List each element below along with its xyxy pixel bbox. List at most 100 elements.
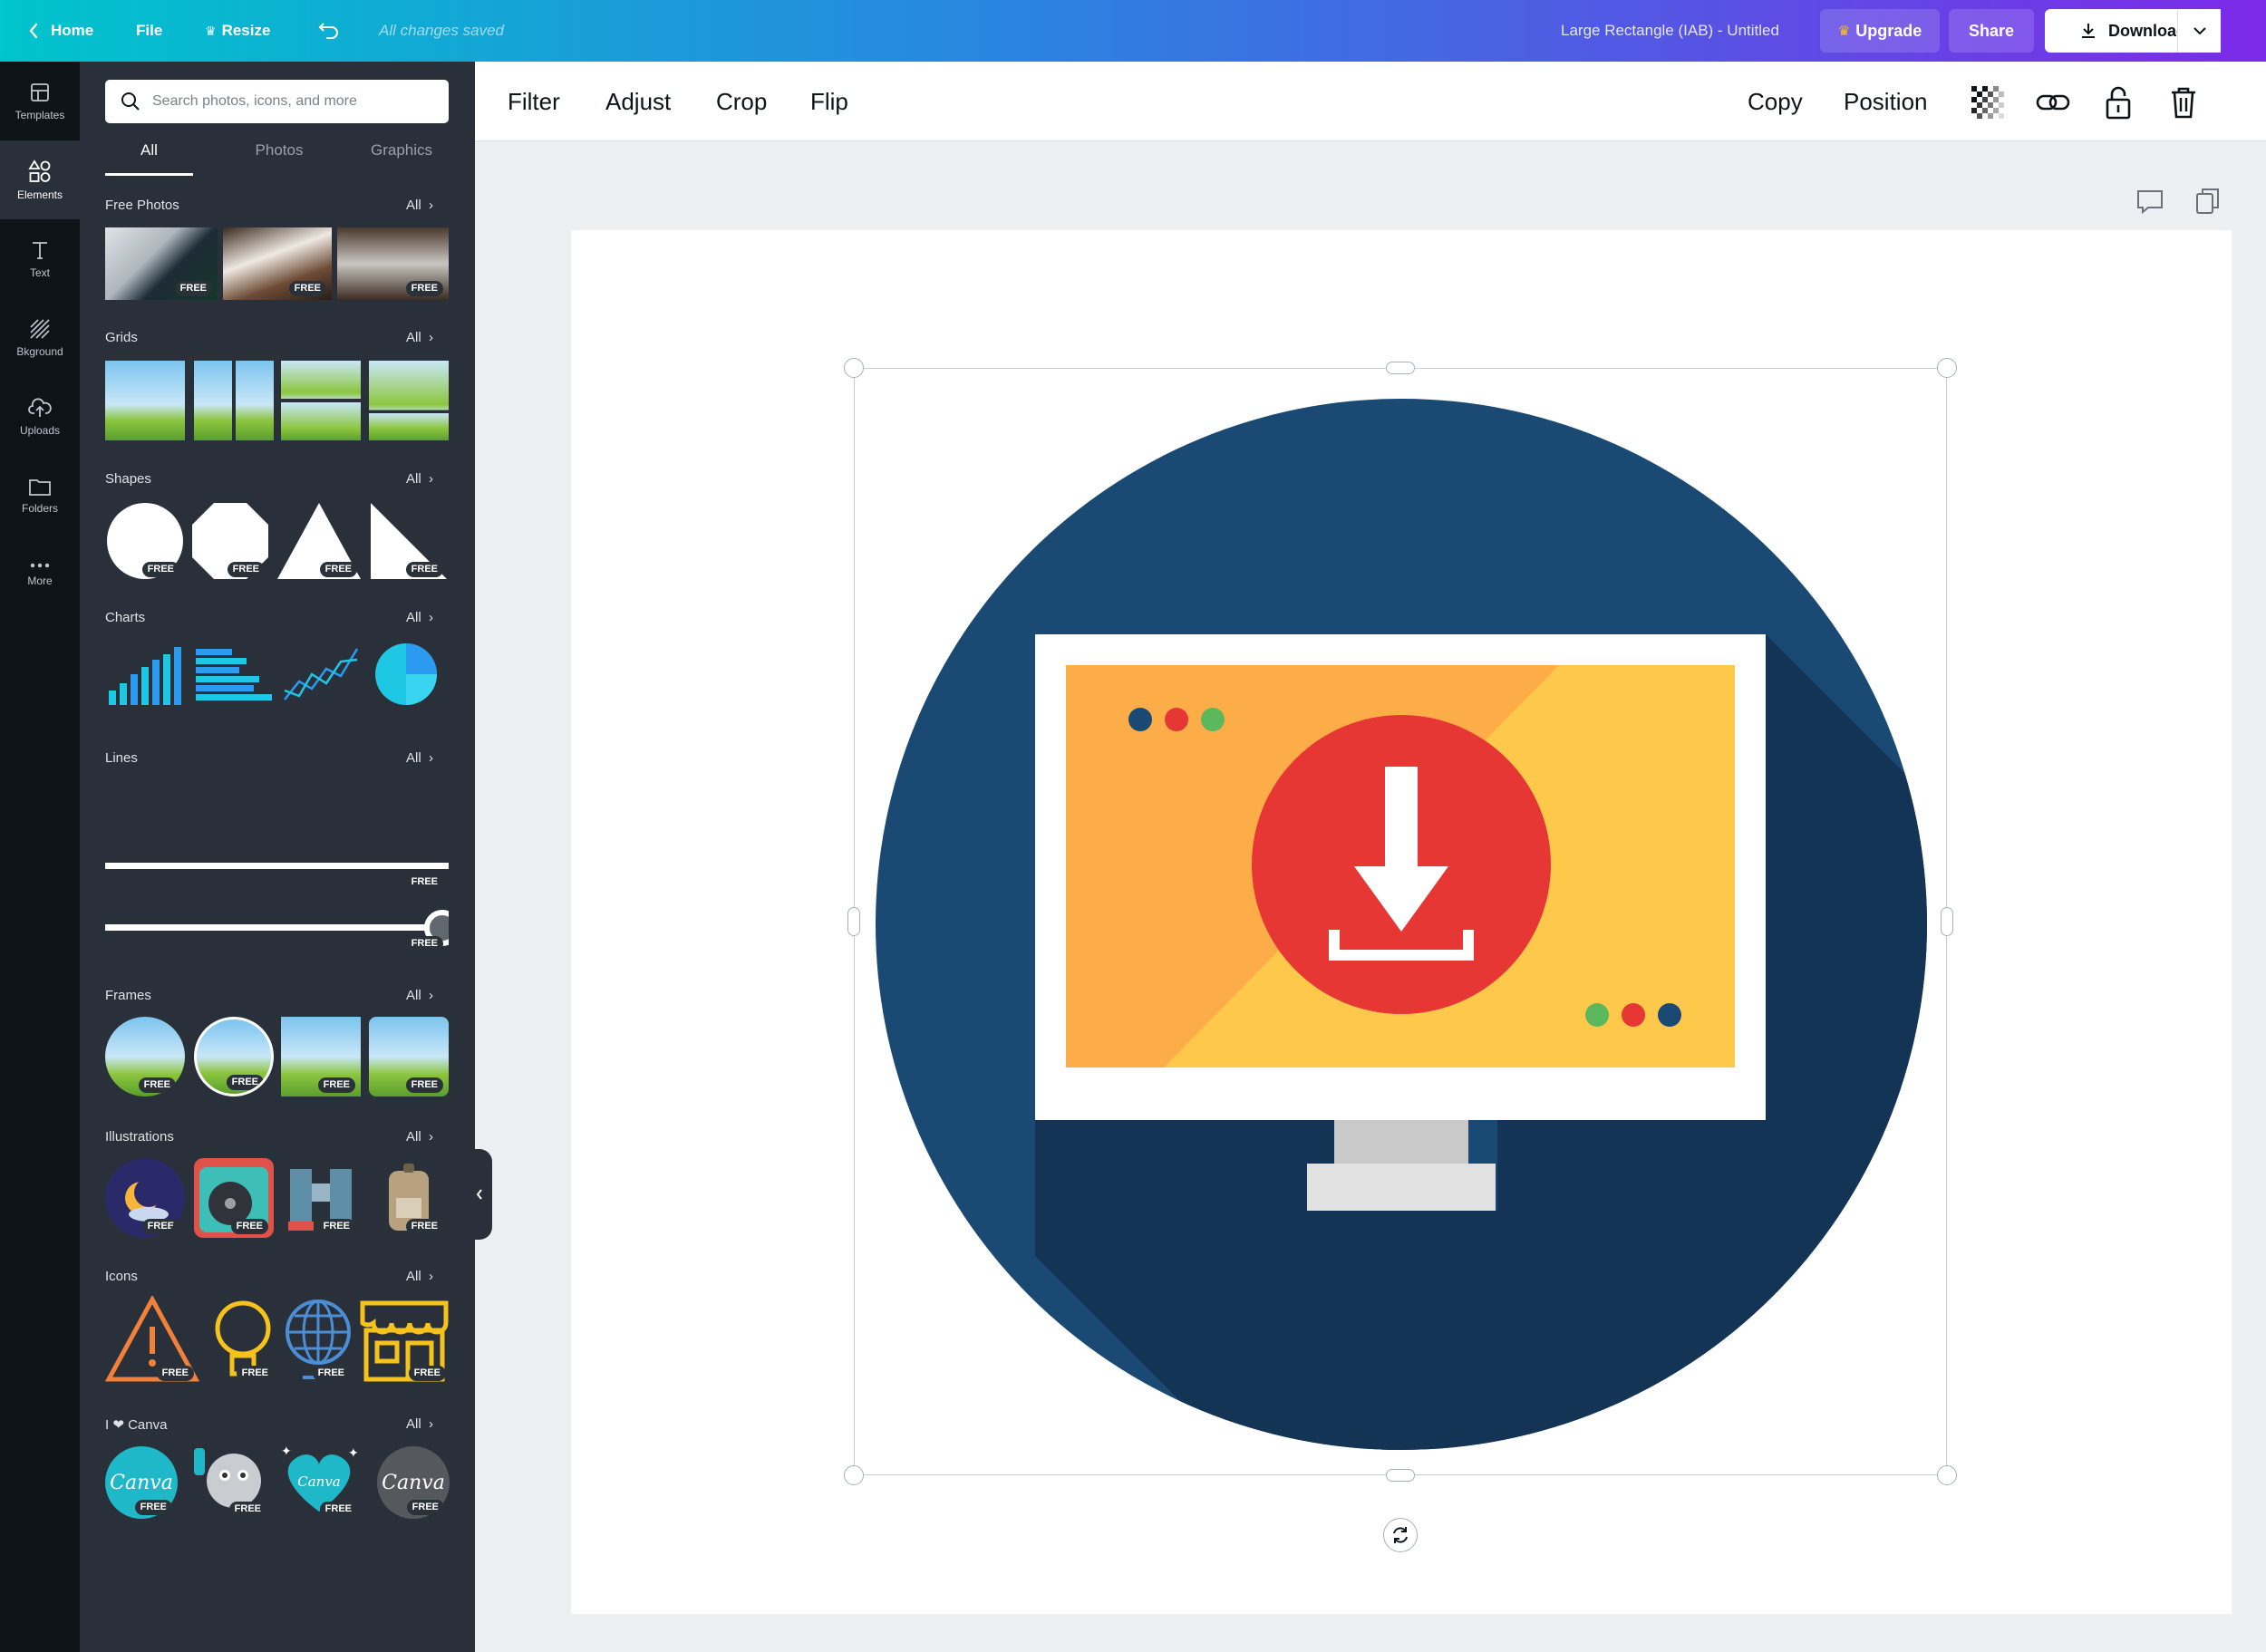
see-all-shapes[interactable]: All › [406,471,433,487]
delete-button[interactable] [2164,83,2203,121]
chart-pie-thumb[interactable] [372,642,441,707]
grid-template-single[interactable] [105,361,185,440]
see-all-free-photos[interactable]: All › [406,198,433,213]
grid-template-two-row[interactable] [281,361,361,440]
illustration-binoculars[interactable]: FREE [281,1158,361,1238]
illustration-moon-night[interactable]: FREE [105,1158,185,1238]
duplicate-page-button[interactable] [2193,187,2222,216]
link-button[interactable] [2034,83,2072,121]
frame-square[interactable]: FREE [281,1017,361,1097]
icon-warning[interactable]: FREE [105,1296,199,1385]
see-all-frames[interactable]: All › [406,988,433,1003]
home-button[interactable]: Home [27,0,93,62]
sticker-canva-heart[interactable]: ✦ ✦ Canva FREE [276,1439,363,1521]
download-options-button[interactable] [2177,9,2221,53]
grid-template-two-column[interactable] [194,361,274,440]
photo-thumb-laptop-desk[interactable]: FREE [105,227,218,300]
icon-storefront[interactable]: FREE [357,1296,451,1385]
chevron-right-icon: › [424,610,434,625]
tab-all[interactable]: All [105,141,193,176]
illustration-turntable[interactable]: FREE [194,1158,274,1238]
photo-thumb-laptop-wood[interactable]: FREE [337,227,449,300]
resize-handle-left[interactable] [847,907,860,936]
see-all-illustrations[interactable]: All › [406,1129,433,1145]
free-badge: FREE [228,1502,266,1517]
resize-handle-bottom[interactable] [1386,1469,1415,1482]
resize-button[interactable]: ♛ Resize [205,0,270,62]
share-button[interactable]: Share [1949,9,2034,53]
lock-button[interactable] [2099,83,2137,121]
frame-circle-border[interactable]: FREE [194,1017,274,1097]
sticker-fuzzy-monster[interactable]: FREE [185,1439,272,1521]
free-badge: FREE [141,1219,179,1234]
section-title-icons: Icons [105,1269,138,1284]
chart-line-thumb[interactable] [281,642,361,707]
crop-button[interactable]: Crop [716,62,767,141]
line-straight[interactable]: FREE [105,850,449,894]
search-input[interactable]: Search photos, icons, and more [105,80,449,123]
chevron-right-icon: › [424,198,434,213]
grid-template-banner[interactable] [369,361,449,440]
copy-button[interactable]: Copy [1748,62,1803,141]
rotate-icon [1393,1527,1408,1543]
chevron-left-icon [476,1189,482,1200]
resize-handle-bottom-right[interactable] [1937,1465,1957,1485]
shape-circle[interactable]: FREE [105,501,185,581]
shape-right-triangle[interactable]: FREE [369,501,449,581]
resize-handle-bottom-left[interactable] [844,1465,864,1485]
nav-text[interactable]: Text [0,219,80,298]
resize-handle-right[interactable] [1941,907,1953,936]
design-canvas[interactable] [571,230,2232,1614]
chart-bar-thumb[interactable] [105,642,185,707]
chart-horizontal-bar-thumb[interactable] [194,642,274,707]
tab-graphics[interactable]: Graphics [343,141,460,176]
section-title-free-photos: Free Photos [105,198,179,213]
section-title-lines: Lines [105,750,138,766]
see-all-icons[interactable]: All › [406,1269,433,1284]
photo-thumb-office-table[interactable]: FREE [223,227,332,300]
flip-button[interactable]: Flip [810,62,848,141]
see-all-charts[interactable]: All › [406,610,433,625]
filter-button[interactable]: Filter [508,62,560,141]
sticker-canva-grey[interactable]: Canva FREE [377,1446,450,1519]
see-all-canva[interactable]: All › [406,1416,433,1432]
nav-background[interactable]: Bkground [0,298,80,377]
comment-icon [2137,190,2163,215]
see-all-grids[interactable]: All › [406,330,433,345]
see-all-label: All [406,1129,421,1145]
shape-octagon[interactable]: FREE [190,501,270,581]
file-menu[interactable]: File [136,0,162,62]
line-chart-graphic [284,648,359,700]
upgrade-button[interactable]: ♛ Upgrade [1820,9,1940,53]
chevron-right-icon: › [424,471,434,487]
unlock-icon [2106,86,2131,120]
line-with-endcap[interactable]: FREE [105,904,449,955]
frame-rounded-square[interactable]: FREE [369,1017,449,1097]
adjust-button[interactable]: Adjust [605,62,671,141]
nav-uploads[interactable]: Uploads [0,377,80,456]
horizontal-bar-chart-graphic [196,649,272,700]
resize-handle-top-right[interactable] [1937,358,1957,378]
see-all-lines[interactable]: All › [406,750,433,766]
undo-button[interactable] [317,0,341,62]
collapse-panel-button[interactable] [467,1149,492,1240]
position-button[interactable]: Position [1844,62,1928,141]
nav-more[interactable]: More [0,535,80,613]
tab-photos[interactable]: Photos [225,141,334,176]
rotate-handle[interactable] [1383,1518,1418,1552]
chevron-right-icon: › [424,1129,434,1145]
sticker-canva-teal[interactable]: Canva FREE [105,1446,178,1519]
nav-templates[interactable]: Templates [0,62,80,140]
resize-handle-top[interactable] [1386,362,1415,374]
icon-lightbulb[interactable]: FREE [207,1296,279,1385]
document-title[interactable]: Large Rectangle (IAB) - Untitled [1561,0,1779,62]
icon-globe[interactable]: FREE [281,1296,355,1385]
shape-triangle[interactable]: FREE [276,501,363,581]
add-note-button[interactable] [2135,187,2164,216]
illustration-backpack[interactable]: FREE [369,1158,449,1238]
resize-handle-top-left[interactable] [844,358,864,378]
nav-elements[interactable]: Elements [0,140,80,219]
nav-folders[interactable]: Folders [0,456,80,535]
frame-circle[interactable]: FREE [105,1017,185,1097]
transparency-button[interactable] [1969,83,2007,121]
